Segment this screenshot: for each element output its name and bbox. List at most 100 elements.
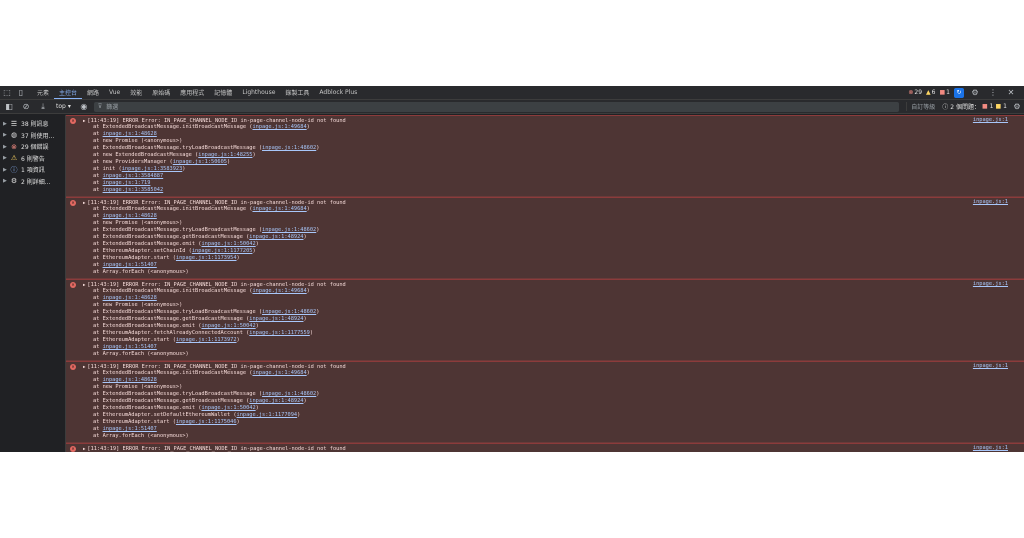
console-error-entry[interactable]: ✕ ▶ [11:43:19] ERROR Error: IN_PAGE_CHANNE… [66, 197, 1024, 279]
sidebar-item-4[interactable]: ▶ ⓘ 1 項資訊 [0, 164, 65, 176]
preserve-log-icon[interactable]: ⤓ [36, 100, 50, 114]
stack-frame-text: at [93, 377, 103, 383]
stack-frame-link[interactable]: inpage.js:1:1177205 [192, 248, 253, 254]
filter-input[interactable]: ⊽ 篩選 [93, 101, 900, 112]
expand-triangle-icon[interactable]: ▶ [83, 200, 85, 205]
more-options-icon[interactable]: ⋮ [986, 86, 1000, 100]
expand-triangle-icon[interactable]: ▶ [83, 364, 85, 369]
sidebar-item-1[interactable]: ▶ ◍ 37 則使用... [0, 130, 65, 142]
issues-counter[interactable]: ■ 1 [940, 89, 951, 96]
stack-frame-link[interactable]: inpage.js:1:50042 [201, 241, 255, 247]
stack-frame-link[interactable]: inpage.js:1:48602 [262, 145, 316, 151]
stack-frame-link[interactable]: inpage.js:1:48628 [103, 213, 157, 219]
stack-frame-link[interactable]: inpage.js:1:719 [103, 180, 151, 186]
expand-arrow-icon[interactable]: ▶ [3, 178, 7, 184]
stack-frame-link[interactable]: inpage.js:1:3585042 [103, 187, 164, 193]
tab-3[interactable]: Vue [104, 86, 125, 99]
error-message-line[interactable]: ▶ [11:43:19] ERROR Error: IN_PAGE_CHANNEL… [66, 117, 1024, 124]
tab-4[interactable]: 效能 [125, 86, 147, 99]
expand-triangle-icon[interactable]: ▶ [83, 118, 85, 123]
stack-frame-link[interactable]: inpage.js:1:1177094 [237, 412, 298, 418]
source-link[interactable]: inpage.js:1 [973, 363, 1008, 369]
tab-7[interactable]: 記憶體 [209, 86, 237, 99]
expand-arrow-icon[interactable]: ▶ [3, 155, 7, 161]
stack-frame-link[interactable]: inpage.js:1:1175046 [176, 419, 237, 425]
stack-frame-link[interactable]: inpage.js:1:48602 [262, 227, 316, 233]
stack-frame-link[interactable]: inpage.js:1:3583923 [122, 166, 183, 172]
expand-arrow-icon[interactable]: ▶ [3, 121, 7, 127]
extension-icon[interactable]: ↻ [954, 87, 964, 98]
context-selector[interactable]: top ▾ [53, 103, 74, 110]
tab-8[interactable]: Lighthouse [237, 86, 280, 99]
stack-frame-link[interactable]: inpage.js:1:48628 [103, 377, 157, 383]
error-message-line[interactable]: ▶ [11:43:19] ERROR Error: IN_PAGE_CHANNEL… [66, 199, 1024, 206]
stack-frame-link[interactable]: inpage.js:1:48602 [262, 391, 316, 397]
expand-arrow-icon[interactable]: ▶ [3, 132, 7, 138]
error-message-line[interactable]: ▶ [11:43:19] ERROR Error: IN_PAGE_CHANNEL… [66, 363, 1024, 370]
stack-frame: at new Promise (<anonymous>) [66, 220, 1024, 227]
warnings-counter[interactable]: ▲ 6 [926, 89, 935, 96]
source-link[interactable]: inpage.js:1 [973, 199, 1008, 205]
sidebar-toggle-icon[interactable]: ◧ [2, 100, 16, 114]
stack-frame-link[interactable]: inpage.js:1:49684 [252, 288, 306, 294]
stack-frame-link[interactable]: inpage.js:1:1177559 [249, 330, 310, 336]
console-error-entry[interactable]: ✕ ▶ [11:43:19] ERROR Error: IN_PAGE_CHANNE… [66, 279, 1024, 361]
settings-gear-icon[interactable]: ⚙ [968, 86, 982, 100]
sidebar-item-3[interactable]: ▶ ⚠ 6 則警告 [0, 153, 65, 165]
expand-arrow-icon[interactable]: ▶ [3, 144, 7, 150]
stack-frame-link[interactable]: inpage.js:1:48602 [262, 309, 316, 315]
stack-frame-link[interactable]: inpage.js:1:48628 [103, 295, 157, 301]
stack-frame-link[interactable]: inpage.js:1:51407 [103, 344, 157, 350]
stack-frame-link[interactable]: inpage.js:1:50042 [201, 323, 255, 329]
tab-9[interactable]: 錄製工具 [280, 86, 314, 99]
stack-frame-link[interactable]: inpage.js:1:1173972 [176, 337, 237, 343]
stack-frame-link[interactable]: inpage.js:1:50042 [201, 405, 255, 411]
tab-5[interactable]: 原始碼 [147, 86, 175, 99]
log-level-selector[interactable]: 自訂等級 [906, 102, 939, 111]
tab-2[interactable]: 網路 [82, 86, 104, 99]
stack-frame-text: at ExtendedBroadcastMessage.emit ( [93, 405, 202, 411]
stack-frame: at inpage.js:1:48628 [66, 213, 1024, 220]
issues-summary[interactable]: ⓘ 2 個問題： ■ 1 ■ 1 [942, 102, 1007, 111]
console-error-entry[interactable]: ✕ ▶ [11:43:19] ERROR Error: IN_PAGE_CHANNE… [66, 443, 1024, 452]
eye-icon[interactable]: ◉ [77, 100, 91, 114]
stack-frame-link[interactable]: inpage.js:1:48628 [103, 131, 157, 137]
sidebar-item-0[interactable]: ▶ ☰ 38 則訊息 [0, 118, 65, 130]
stack-frame-link[interactable]: inpage.js:1:49684 [252, 370, 306, 376]
stack-frame-link[interactable]: inpage.js:1:48924 [249, 234, 303, 240]
close-icon[interactable]: ✕ [1004, 86, 1018, 100]
stack-frame-link[interactable]: inpage.js:1:51407 [103, 426, 157, 432]
stack-frame-link[interactable]: inpage.js:1:49684 [252, 124, 306, 130]
stack-frame-link[interactable]: inpage.js:1:50605 [173, 159, 227, 165]
errors-counter[interactable]: ⊗ 29 [908, 89, 922, 96]
clear-console-icon[interactable]: ⊘ [19, 100, 33, 114]
sidebar-item-5[interactable]: ▶ ⚙ 2 則詳細... [0, 176, 65, 188]
console-log: ✦ ✕▶[11:43:19] ERROR Error: IN_PAGE_CHAN… [66, 115, 1024, 452]
tab-10[interactable]: Adblock Plus [314, 86, 362, 99]
error-message-line[interactable]: ▶ [11:43:19] ERROR Error: IN_PAGE_CHANNEL… [66, 281, 1024, 288]
panel-tabs: 元素 主控台 網路 Vue 效能 原始碼 應用程式 記憶體 Lighthouse 錄製工具 Adbl… [32, 86, 362, 99]
stack-frame-link[interactable]: inpage.js:1:48924 [249, 398, 303, 404]
tab-0[interactable]: 元素 [32, 86, 54, 99]
sidebar-item-2[interactable]: ▶ ⊗ 29 個錯誤 [0, 141, 65, 153]
stack-frame-link[interactable]: inpage.js:1:49684 [252, 206, 306, 212]
source-link[interactable]: inpage.js:1 [973, 117, 1008, 123]
tab-1[interactable]: 主控台 [54, 86, 83, 99]
stack-frame-link[interactable]: inpage.js:1:48255 [198, 152, 252, 158]
device-toolbar-icon[interactable]: ▯ [14, 86, 28, 100]
source-link[interactable]: inpage.js:1 [973, 445, 1008, 451]
stack-frame-link[interactable]: inpage.js:1:1173954 [176, 255, 237, 261]
tab-6[interactable]: 應用程式 [175, 86, 209, 99]
source-link[interactable]: inpage.js:1 [973, 281, 1008, 287]
expand-triangle-icon[interactable]: ▶ [83, 446, 85, 451]
console-settings-icon[interactable]: ⚙ [1010, 100, 1024, 114]
stack-frame-link[interactable]: inpage.js:1:48924 [249, 316, 303, 322]
stack-frame-link[interactable]: inpage.js:1:51407 [103, 262, 157, 268]
console-error-entry[interactable]: ✕ ▶ [11:43:19] ERROR Error: IN_PAGE_CHANNE… [66, 361, 1024, 443]
inspect-element-icon[interactable]: ⬚ [0, 86, 14, 100]
expand-triangle-icon[interactable]: ▶ [83, 282, 85, 287]
console-error-entry[interactable]: ✕ ▶ [11:43:19] ERROR Error: IN_PAGE_CHANNE… [66, 115, 1024, 197]
stack-frame-link[interactable]: inpage.js:1:3584887 [103, 173, 164, 179]
expand-arrow-icon[interactable]: ▶ [3, 167, 7, 173]
error-message-line[interactable]: ▶ [11:43:19] ERROR Error: IN_PAGE_CHANNEL… [66, 445, 1024, 452]
